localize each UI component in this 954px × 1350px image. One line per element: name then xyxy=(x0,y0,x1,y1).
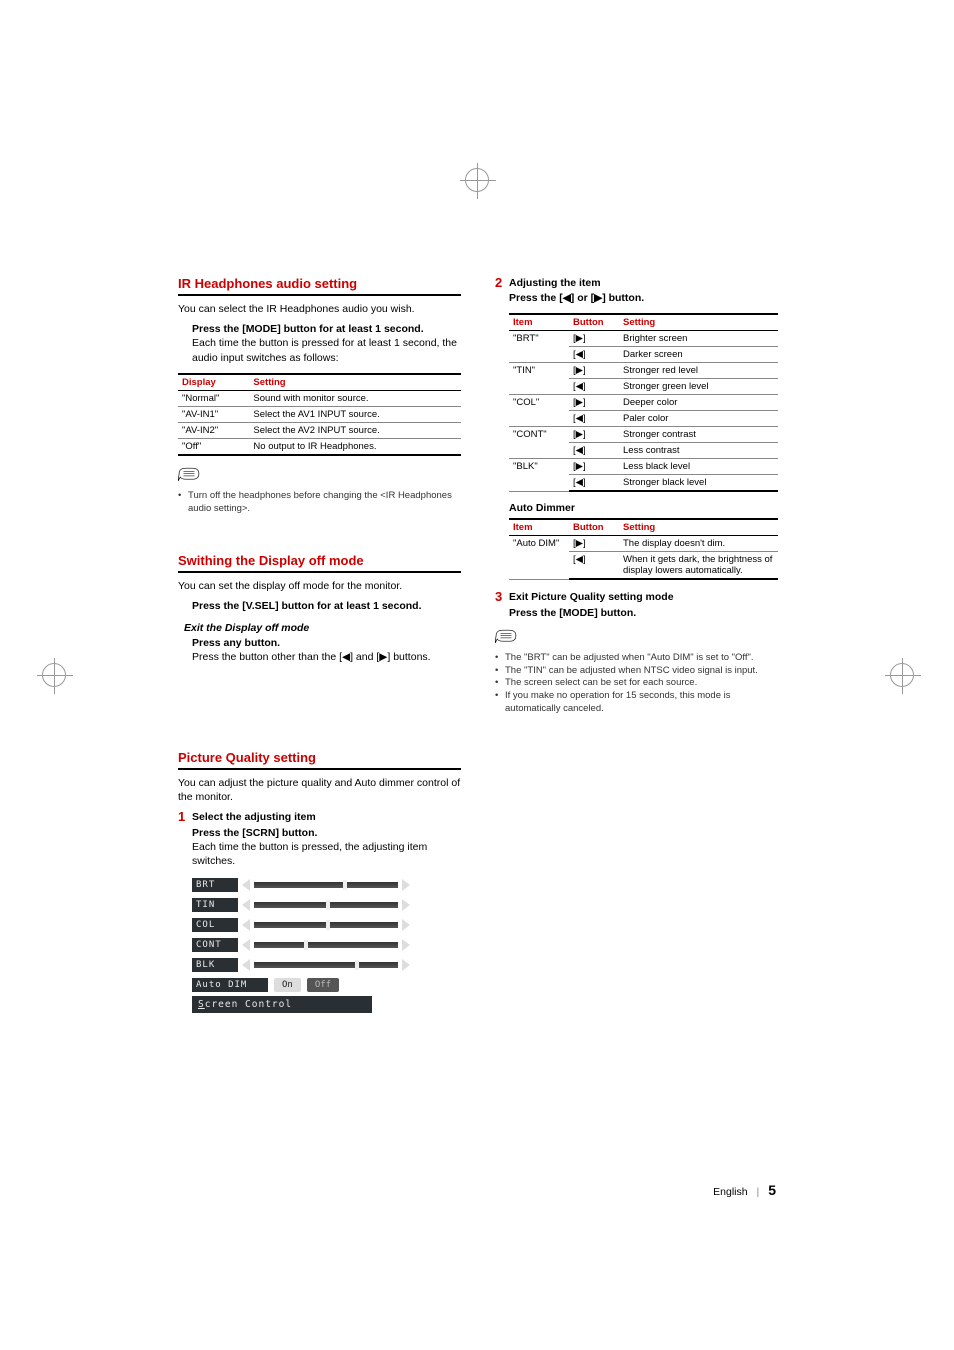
picture-heading: Picture Quality setting xyxy=(178,750,461,765)
note-icon xyxy=(495,628,517,644)
table-row: "TIN"[▶]Stronger red level xyxy=(509,363,778,379)
note-icon xyxy=(178,466,200,482)
right-arrow-icon: ▶ xyxy=(576,461,583,472)
page-footer: English | 5 xyxy=(713,1182,776,1198)
right-arrow-icon xyxy=(402,919,410,931)
table-row: "Normal"Sound with monitor source. xyxy=(178,390,461,406)
left-arrow-icon xyxy=(242,879,250,891)
ir-action-bold: Press the [MODE] button for at least 1 s… xyxy=(192,322,461,336)
right-arrow-icon xyxy=(402,899,410,911)
ir-action-text: Each time the button is pressed for at l… xyxy=(192,336,461,364)
ir-note: •Turn off the headphones before changing… xyxy=(178,490,461,516)
step-2-number: 2 xyxy=(495,276,509,305)
autodimmer-table: Item Button Setting "Auto DIM"[▶]The dis… xyxy=(509,518,778,580)
right-arrow-icon xyxy=(402,959,410,971)
left-arrow-icon: ◀ xyxy=(563,292,571,304)
picture-intro: You can adjust the picture quality and A… xyxy=(178,776,461,804)
picture-rule xyxy=(178,768,461,770)
page-number: 5 xyxy=(768,1182,776,1198)
ir-th-setting: Setting xyxy=(249,374,461,391)
left-arrow-icon xyxy=(242,919,250,931)
right-arrow-icon: ▶ xyxy=(576,429,583,440)
ir-action: Press the [MODE] button for at least 1 s… xyxy=(192,322,461,365)
step-1-number: 1 xyxy=(178,810,192,868)
step-1: 1 Select the adjusting item Press the [S… xyxy=(178,810,461,868)
right-arrow-icon: ▶ xyxy=(594,292,602,304)
ir-table: Display Setting "Normal"Sound with monit… xyxy=(178,373,461,456)
left-arrow-icon: ◀ xyxy=(576,381,583,392)
switch-exit-text: Press the button other than the [◀] and … xyxy=(192,651,431,663)
crop-mark-top xyxy=(465,168,489,192)
right-arrow-icon xyxy=(402,939,410,951)
adjust-table: Item Button Setting "BRT"[▶]Brighter scr… xyxy=(509,313,778,492)
right-arrow-icon xyxy=(402,879,410,891)
ad-th-button: Button xyxy=(569,519,619,536)
table-row: "AV-IN1"Select the AV1 INPUT source. xyxy=(178,406,461,422)
adj-th-setting: Setting xyxy=(619,314,778,331)
left-arrow-icon: ◀ xyxy=(576,349,583,360)
left-arrow-icon: ◀ xyxy=(342,651,350,663)
left-arrow-icon xyxy=(242,939,250,951)
table-row: "COL"[▶]Deeper color xyxy=(509,395,778,411)
left-arrow-icon: ◀ xyxy=(576,413,583,424)
right-arrow-icon: ▶ xyxy=(576,333,583,344)
ir-intro: You can select the IR Headphones audio y… xyxy=(178,302,461,316)
table-row: "CONT"[▶]Stronger contrast xyxy=(509,427,778,443)
table-row: "Auto DIM"[▶]The display doesn't dim. xyxy=(509,536,778,552)
footer-lang: English xyxy=(713,1186,747,1198)
table-row: "BLK"[▶]Less black level xyxy=(509,459,778,475)
switch-exit: Exit the Display off mode Press any butt… xyxy=(184,622,461,664)
left-arrow-icon xyxy=(242,959,250,971)
switch-intro: You can set the display off mode for the… xyxy=(178,579,461,593)
ir-rule xyxy=(178,294,461,296)
switch-exit-bold: Press any button. xyxy=(192,636,461,650)
right-arrow-icon: ▶ xyxy=(576,365,583,376)
step-2-head: Adjusting the item xyxy=(509,276,778,290)
autodimmer-heading: Auto Dimmer xyxy=(509,502,778,514)
step-3-bold: Press the [MODE] button. xyxy=(509,606,778,620)
step-2-bold: Press the [◀] or [▶] button. xyxy=(509,291,778,305)
left-arrow-icon: ◀ xyxy=(576,445,583,456)
ir-th-display: Display xyxy=(178,374,249,391)
table-row: "Off"No output to IR Headphones. xyxy=(178,438,461,455)
step-1-head: Select the adjusting item xyxy=(192,810,461,824)
switch-rule xyxy=(178,571,461,573)
osd-screenshot: BRT TIN COL CONT BLK Auto DIMOnOff Scree… xyxy=(192,876,412,1013)
right-column: 2 Adjusting the item Press the [◀] or [▶… xyxy=(495,276,778,1013)
crop-mark-left xyxy=(42,663,66,687)
left-arrow-icon: ◀ xyxy=(576,477,583,488)
step-3-head: Exit Picture Quality setting mode xyxy=(509,590,778,604)
left-column: IR Headphones audio setting You can sele… xyxy=(178,276,461,1013)
step-1-text: Each time the button is pressed, the adj… xyxy=(192,840,461,868)
step-1-bold: Press the [SCRN] button. xyxy=(192,826,461,840)
switch-action: Press the [V.SEL] button for at least 1 … xyxy=(192,599,461,613)
right-notes: •The "BRT" can be adjusted when "Auto DI… xyxy=(495,652,778,716)
ad-th-setting: Setting xyxy=(619,519,778,536)
ad-th-item: Item xyxy=(509,519,569,536)
switch-exit-head: Exit the Display off mode xyxy=(184,622,461,634)
table-row: "AV-IN2"Select the AV2 INPUT source. xyxy=(178,422,461,438)
step-2: 2 Adjusting the item Press the [◀] or [▶… xyxy=(495,276,778,305)
step-3: 3 Exit Picture Quality setting mode Pres… xyxy=(495,590,778,619)
switch-heading: Swithing the Display off mode xyxy=(178,553,461,568)
left-arrow-icon xyxy=(242,899,250,911)
ir-heading: IR Headphones audio setting xyxy=(178,276,461,291)
switch-action-bold: Press the [V.SEL] button for at least 1 … xyxy=(192,599,461,613)
right-arrow-icon: ▶ xyxy=(576,538,583,549)
step-3-number: 3 xyxy=(495,590,509,619)
right-arrow-icon: ▶ xyxy=(576,397,583,408)
left-arrow-icon: ◀ xyxy=(576,554,583,565)
adj-th-button: Button xyxy=(569,314,619,331)
crop-mark-right xyxy=(890,663,914,687)
adj-th-item: Item xyxy=(509,314,569,331)
osd-title: Screen Control xyxy=(192,996,372,1013)
table-row: "BRT"[▶]Brighter screen xyxy=(509,331,778,347)
